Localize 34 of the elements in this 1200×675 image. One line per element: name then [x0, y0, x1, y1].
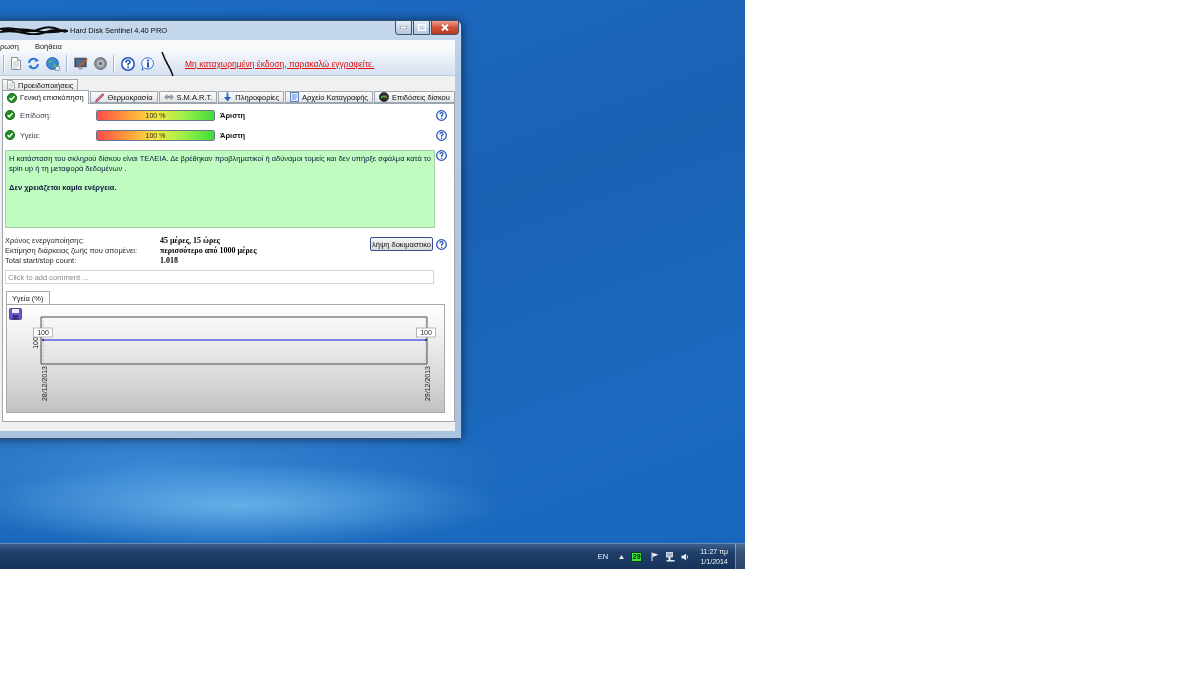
- detail-value: 1.018: [160, 255, 179, 265]
- globe-icon[interactable]: [46, 56, 60, 71]
- network-icon[interactable]: [666, 551, 676, 562]
- document-icon: [7, 80, 15, 90]
- help-icon[interactable]: [436, 129, 447, 141]
- refresh-icon[interactable]: [27, 57, 40, 70]
- gauge-icon: [378, 92, 389, 102]
- save-icon[interactable]: [9, 308, 22, 320]
- maximize-button[interactable]: [413, 21, 430, 35]
- help-icon[interactable]: [436, 239, 447, 250]
- help-icon[interactable]: [436, 109, 447, 121]
- volume-icon[interactable]: [681, 552, 690, 561]
- scribble-drawing: [0, 26, 68, 35]
- monitor-pencil-icon[interactable]: [74, 57, 88, 70]
- close-button[interactable]: [431, 21, 459, 35]
- arrows-icon: [163, 93, 174, 101]
- show-desktop-button[interactable]: [735, 544, 745, 569]
- maximize-icon: [417, 24, 426, 31]
- minimize-icon: [400, 26, 407, 29]
- document-icon[interactable]: [11, 57, 21, 70]
- detail-value: 45 μέρες, 15 ώρες: [160, 235, 221, 245]
- help-icon[interactable]: [436, 150, 447, 161]
- document-icon: [290, 92, 300, 102]
- arrow-down-icon: [223, 92, 233, 102]
- help-icon[interactable]: [121, 56, 135, 71]
- info-icon[interactable]: [141, 56, 155, 71]
- scribble-drawing: [161, 51, 175, 76]
- detail-value: περισσότερο από 1000 μέρες: [160, 245, 257, 255]
- minimize-button[interactable]: [395, 21, 412, 35]
- flag-icon[interactable]: [651, 552, 660, 561]
- registration-link[interactable]: Μη καταχωρημένη έκδοση, παρακαλώ εγγραφείτε.: [185, 58, 375, 69]
- disc-icon[interactable]: [94, 57, 107, 70]
- close-icon: [441, 24, 449, 31]
- caret-up-icon[interactable]: [619, 554, 625, 559]
